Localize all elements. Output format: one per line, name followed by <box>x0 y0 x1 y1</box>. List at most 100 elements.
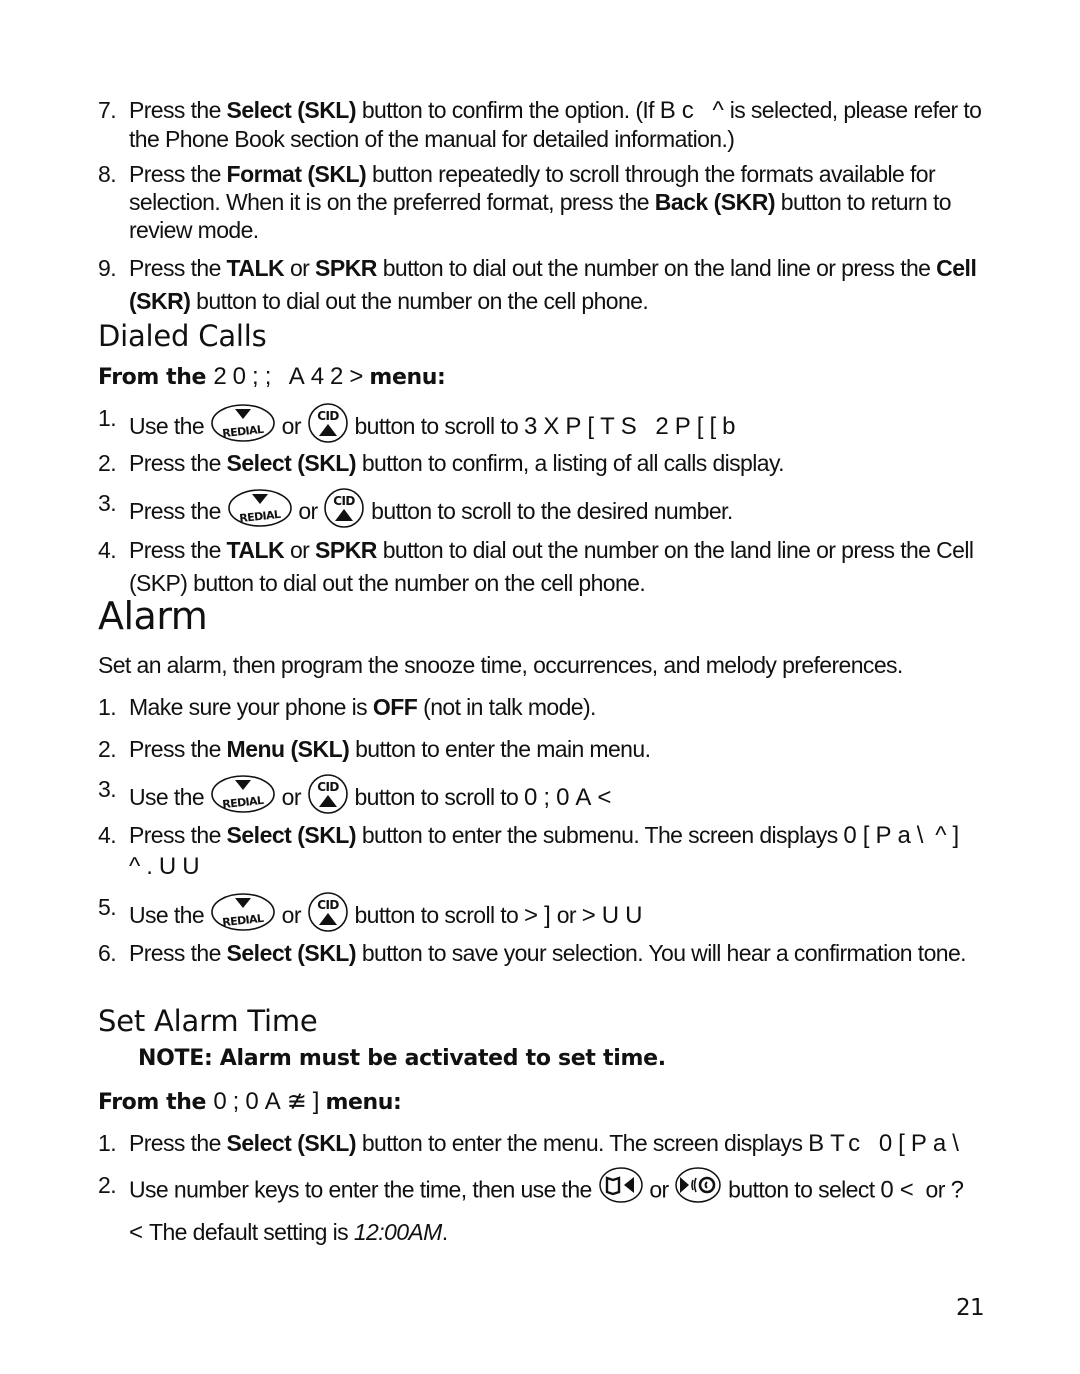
display-text-glyphs: Bc ^ <box>659 97 730 124</box>
text-run: button to enter the submenu. The screen … <box>356 822 844 848</box>
step-number: 1. <box>98 694 117 720</box>
from-prefix: From the <box>98 1090 214 1115</box>
svg-text:CID: CID <box>317 780 339 794</box>
button-name: Menu (SKL) <box>226 736 350 762</box>
text-run: Use the <box>129 784 210 811</box>
text-run: Press the <box>129 161 227 187</box>
step-number: 4. <box>98 822 117 848</box>
display-text-glyphs: >UU <box>581 902 649 930</box>
step-text: Use the REDIAL or CID button to scroll t… <box>129 402 1009 452</box>
text-run: Use the <box>129 413 210 440</box>
text-run: button to enter the main menu. <box>349 736 651 762</box>
step-number: 1. <box>98 1130 117 1156</box>
svg-text:CID: CID <box>334 494 356 508</box>
step-text: Press the REDIAL or CID button to scroll… <box>129 488 1009 537</box>
button-name: Select (SKL) <box>226 822 357 848</box>
section-heading-set-alarm-time: Set Alarm Time <box>98 1004 318 1038</box>
dialed-step-3: 3. Press the REDIAL or CID button to scro… <box>98 488 998 528</box>
button-name: TALK <box>226 255 285 281</box>
alarm-note: NOTE: Alarm must be activated to set tim… <box>138 1046 666 1071</box>
text-run: button to scroll to the desired number. <box>365 498 733 525</box>
text-run: or <box>284 255 316 281</box>
text-run: Press the <box>129 450 227 476</box>
text-run: or <box>275 784 307 811</box>
text-run: Press the <box>129 97 227 123</box>
text-run: button to confirm, a listing of all call… <box>356 450 785 476</box>
text-run: button to save your selection. You will … <box>356 940 967 966</box>
cid-up-icon: CID <box>307 891 349 939</box>
text-run: or <box>292 498 324 525</box>
text-run: button to dial out the number on the cel… <box>190 288 649 314</box>
page-number: 21 <box>956 1295 985 1321</box>
alarm-intro: Set an alarm, then program the snooze ti… <box>98 652 903 678</box>
button-name: OFF <box>372 694 418 720</box>
step-8: 8. Press the Format (SKL) button repeated… <box>98 160 998 246</box>
redial-down-icon: REDIAL <box>210 774 276 820</box>
step-number: 3. <box>98 490 117 516</box>
text-run: Press the <box>129 498 227 525</box>
button-name: SPKR <box>315 255 377 281</box>
cid-up-icon: CID <box>307 402 349 450</box>
button-name: Back (SKR) <box>654 189 776 215</box>
step-text: Press the Format (SKL) button repeatedly… <box>129 160 1009 244</box>
step-text: Press the Select (SKL) button to confirm… <box>129 96 1009 153</box>
svg-text:CID: CID <box>317 898 339 912</box>
step-number: 1. <box>98 405 117 431</box>
from-prefix: From the <box>98 365 214 390</box>
button-name: Select (SKL) <box>226 940 357 966</box>
step-text: Press the TALK or SPKR button to dial ou… <box>129 534 1009 600</box>
alarm-step-3: 3. Use the REDIAL or CID button to scroll… <box>98 774 998 814</box>
display-text-glyphs: 0[Pa\ <box>843 822 930 849</box>
text-run: button to select <box>722 1176 881 1203</box>
step-text: Use the REDIAL or CID button to scroll t… <box>129 891 1009 941</box>
svg-text:CID: CID <box>317 409 339 423</box>
redial-down-icon: REDIAL <box>210 403 276 449</box>
step-text: Press the Select (SKL) button to enter t… <box>129 1129 1009 1158</box>
step-9: 9. Press the TALK or SPKR button to dial … <box>98 252 998 316</box>
section-heading-alarm: Alarm <box>98 594 208 638</box>
step-text: Press the Menu (SKL) button to enter the… <box>129 735 1009 763</box>
step-text: Use the REDIAL or CID button to scroll t… <box>129 774 1009 823</box>
dialed-calls-from-menu: From the 20;; A42>menu: <box>98 363 446 392</box>
alarm-step-2: 2. Press the Menu (SKL) button to enter t… <box>98 735 998 765</box>
step-number: 2. <box>98 736 117 762</box>
step-text: Press the Select (SKL) button to save yo… <box>129 937 1009 970</box>
section-heading-dialed-calls: Dialed Calls <box>98 319 267 353</box>
text-run: Press the <box>129 1130 227 1156</box>
text-run: Make sure your phone is <box>129 694 373 720</box>
text-run: . <box>441 1219 448 1245</box>
manual-page: 7. Press the Select (SKL) button to confi… <box>0 0 1080 1374</box>
button-name: SPKR <box>315 537 377 563</box>
step-number: 8. <box>98 161 117 187</box>
alarm-step-1: 1. Make sure your phone is OFF (not in ta… <box>98 693 998 723</box>
text-run: Use number keys to enter the time, then … <box>129 1176 598 1203</box>
text-run: or <box>919 1176 951 1203</box>
display-text-glyphs: 3XP[TS 2P[[b <box>524 413 742 441</box>
redial-down-icon: REDIAL <box>227 488 293 534</box>
step-text: Use number keys to enter the time, then … <box>129 1166 1009 1250</box>
text-run: Press the <box>129 822 227 848</box>
step-7: 7. Press the Select (SKL) button to confi… <box>98 96 998 154</box>
step-number: 4. <box>98 537 117 563</box>
right-speaker-icon <box>674 1166 722 1213</box>
text-run: button to scroll to <box>348 784 525 811</box>
step-number: 5. <box>98 894 117 920</box>
text-run: or <box>275 902 307 929</box>
step-number: 7. <box>98 97 117 123</box>
text-run: or <box>643 1176 675 1203</box>
alarm-step-4: 4. Press the Select (SKL) button to enter… <box>98 820 998 882</box>
text-run: (not in talk mode). <box>417 694 596 720</box>
menu-name-glyphs: 20;; A42> <box>213 363 370 390</box>
from-suffix: menu: <box>325 1090 402 1115</box>
step-text: Make sure your phone is OFF (not in talk… <box>129 693 1009 721</box>
text-run: button to scroll to <box>348 413 525 440</box>
redial-down-icon: REDIAL <box>210 892 276 938</box>
dialed-step-4: 4. Press the TALK or SPKR button to dial … <box>98 534 998 598</box>
text-run: button to confirm the option. (If <box>356 97 660 123</box>
button-name: Select (SKL) <box>226 97 357 123</box>
step-text: Press the Select (SKL) button to confirm… <box>129 449 1009 477</box>
text-run: Press the <box>129 255 227 281</box>
step-number: 2. <box>98 1172 117 1198</box>
step-text: Press the Select (SKL) button to enter t… <box>129 820 1009 882</box>
text-run: button to scroll to <box>348 902 525 929</box>
